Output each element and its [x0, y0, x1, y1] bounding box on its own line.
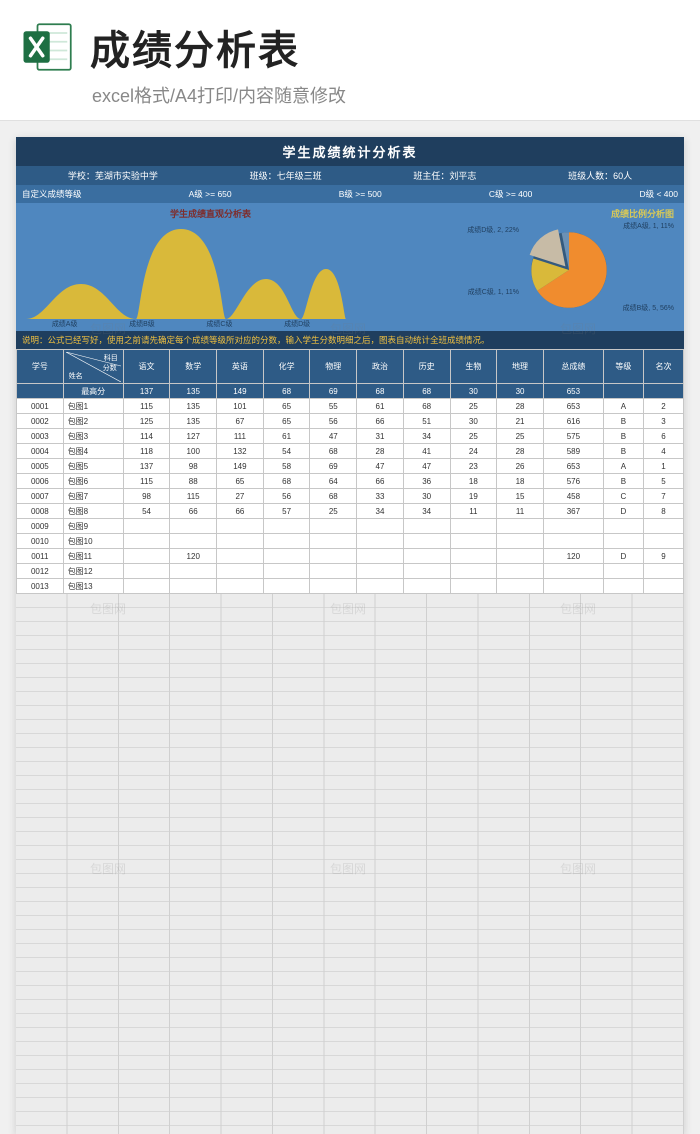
pie-label-c: 成绩C级, 1, 11% [468, 289, 519, 297]
pie-chart-icon [524, 225, 614, 315]
col-dili: 地理 [497, 350, 544, 384]
col-huaxue: 化学 [263, 350, 310, 384]
table-row: 0011包图11120120D9 [17, 549, 684, 564]
empty-grid [16, 594, 684, 1134]
banner-title: 成绩分析表 [90, 18, 300, 76]
grades-body: 最高分1371351496869686830306530001包图1115135… [17, 384, 684, 594]
grade-c: C级 >= 400 [489, 188, 532, 200]
table-row-max: 最高分137135149686968683030653 [17, 384, 684, 399]
grades-table: 学号 科目 分数 姓名 语文 数学 英语 化学 物理 [16, 349, 684, 594]
col-zhengzhi: 政治 [357, 350, 404, 384]
area-chart-axis: 成绩A级 成绩B级 成绩C级 成绩D级 [26, 319, 336, 329]
grade-a: A级 >= 650 [189, 188, 232, 200]
col-level: 等级 [603, 350, 643, 384]
col-total: 总成绩 [543, 350, 603, 384]
table-row: 0012包图12 [17, 564, 684, 579]
banner-subtitle: excel格式/A4打印/内容随意修改 [92, 82, 680, 108]
size-info: 班级人数：60人 [568, 169, 632, 182]
col-rank: 名次 [643, 350, 683, 384]
table-row: 0006包图61158865686466361818576B5 [17, 474, 684, 489]
grade-d: D级 < 400 [639, 188, 678, 200]
pie-label-b: 成绩B级, 5, 56% [623, 305, 674, 313]
grade-label: 自定义成绩等级 [22, 188, 82, 200]
excel-icon [20, 19, 76, 75]
table-row: 0004包图4118100132546828412428589B4 [17, 444, 684, 459]
promo-banner: 成绩分析表 excel格式/A4打印/内容随意修改 [0, 0, 700, 121]
table-row: 0009包图9 [17, 519, 684, 534]
area-chart-icon [26, 224, 346, 319]
table-row: 0003包图3114127111614731342525575B6 [17, 429, 684, 444]
grade-level-row: 自定义成绩等级 A级 >= 650 B级 >= 500 C级 >= 400 D级… [16, 185, 684, 203]
col-yingyu: 英语 [217, 350, 264, 384]
class-info: 班级：七年级三班 [250, 169, 322, 182]
col-wuli: 物理 [310, 350, 357, 384]
table-row: 0007包图79811527566833301915458C7 [17, 489, 684, 504]
col-yuwen: 语文 [123, 350, 170, 384]
col-lishi: 历史 [403, 350, 450, 384]
chart-area: 学生成绩直观分析表 成绩比例分析图 成绩A级 成绩B级 成绩C级 成绩D级 成绩 [16, 203, 684, 331]
sheet-info-row: 学校：芜湖市实验中学 班级：七年级三班 班主任：刘平志 班级人数：60人 [16, 166, 684, 185]
note-bar: 说明：公式已经写好，使用之前请先确定每个成绩等级所对应的分数，输入学生分数明细之… [16, 331, 684, 349]
sheet-title: 学生成绩统计分析表 [16, 137, 684, 166]
pie-label-a: 成绩A级, 1, 11% [623, 223, 674, 231]
col-id: 学号 [17, 350, 64, 384]
col-shuxue: 数学 [170, 350, 217, 384]
pie-label-d: 成绩D级, 2, 22% [467, 227, 519, 235]
area-chart-title: 学生成绩直观分析表 [170, 207, 251, 220]
table-row: 0001包图1115135101655561682528653A2 [17, 399, 684, 414]
pie-chart-title: 成绩比例分析图 [611, 207, 674, 220]
table-row: 0008包图8546666572534341111367D8 [17, 504, 684, 519]
table-row: 0002包图212513567655666513021616B3 [17, 414, 684, 429]
table-row: 0005包图513798149586947472326653A1 [17, 459, 684, 474]
spreadsheet-preview: 学生成绩统计分析表 学校：芜湖市实验中学 班级：七年级三班 班主任：刘平志 班级… [16, 137, 684, 1134]
grade-b: B级 >= 500 [339, 188, 382, 200]
table-row: 0013包图13 [17, 579, 684, 594]
col-corner: 科目 分数 姓名 [63, 350, 123, 384]
table-row: 0010包图10 [17, 534, 684, 549]
col-shengwu: 生物 [450, 350, 497, 384]
teacher-info: 班主任：刘平志 [413, 169, 476, 182]
school-info: 学校：芜湖市实验中学 [68, 169, 158, 182]
